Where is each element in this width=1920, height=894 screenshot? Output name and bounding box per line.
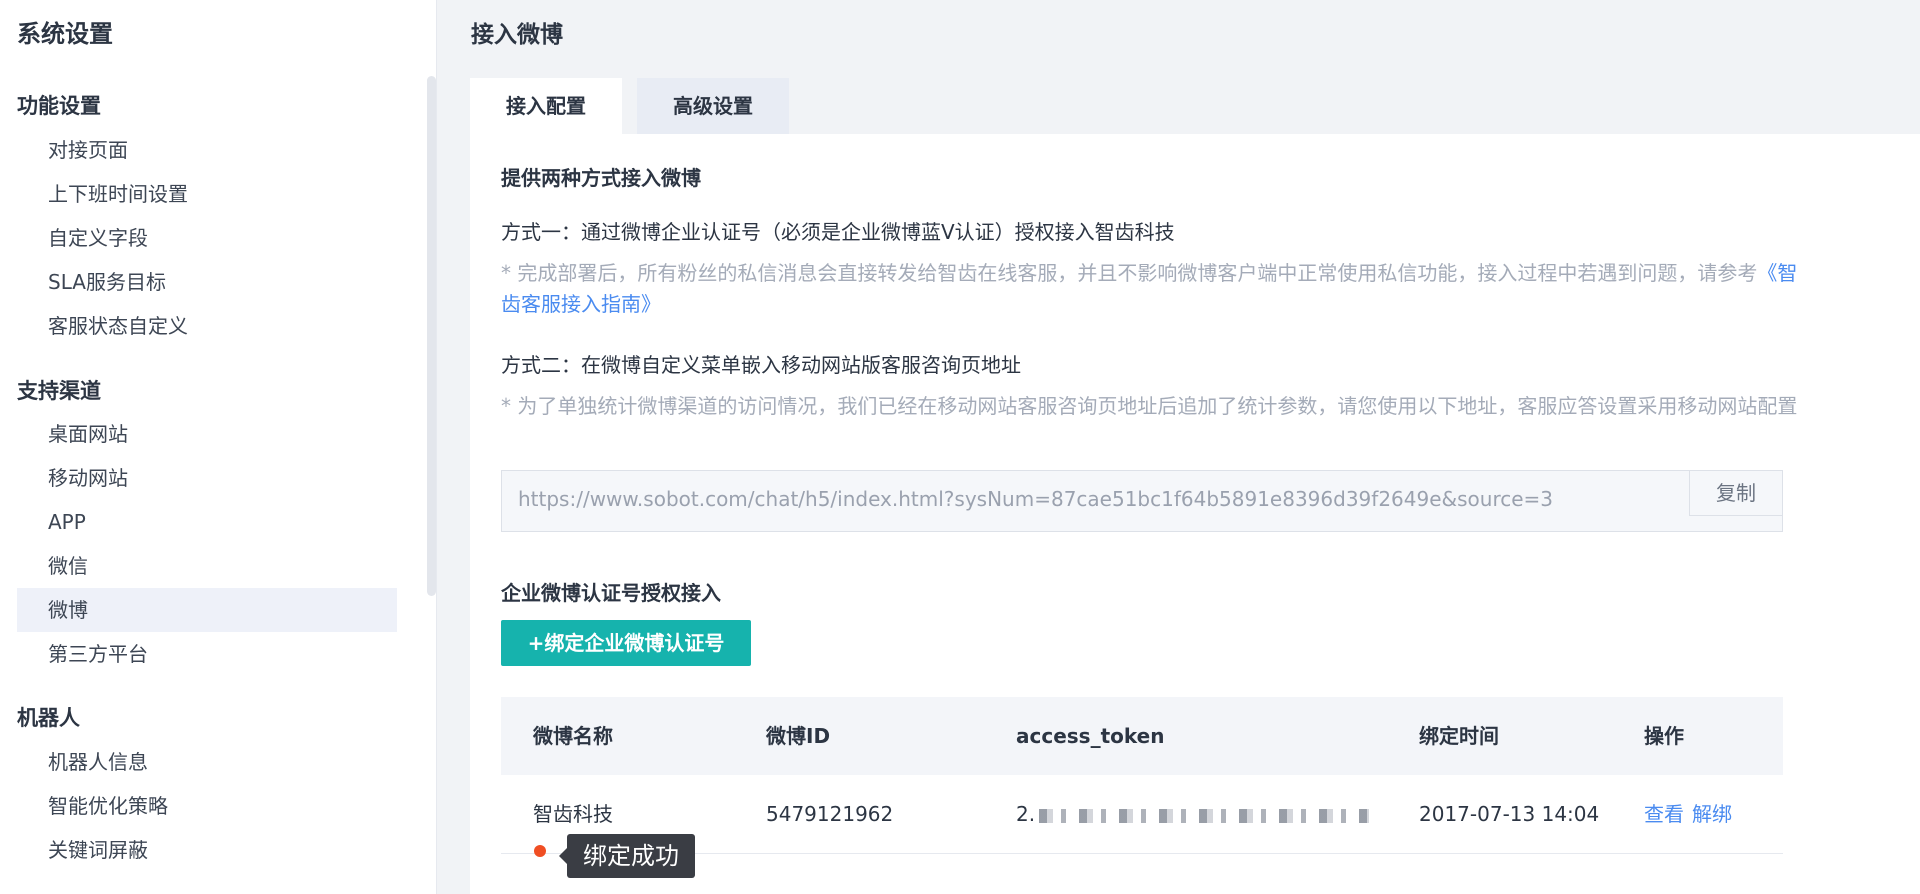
col-weibo-name: 微博名称 (533, 724, 613, 748)
method-one-text: 方式一：通过微博企业认证号（必须是企业微博蓝V认证）授权接入智齿科技 (501, 220, 1175, 244)
sidebar-item-robot-info[interactable]: 机器人信息 (17, 740, 397, 784)
sidebar-item-optimization[interactable]: 智能优化策略 (17, 784, 397, 828)
url-field[interactable]: https://www.sobot.com/chat/h5/index.html… (501, 470, 1783, 532)
status-tooltip: 绑定成功 (559, 834, 695, 878)
group-title-robot: 机器人 (17, 706, 80, 730)
unbind-link[interactable]: 解绑 (1692, 802, 1732, 826)
status-dot-icon[interactable] (534, 845, 546, 857)
auth-section-title: 企业微博认证号授权接入 (501, 581, 721, 605)
tab-access-config[interactable]: 接入配置 (470, 78, 622, 134)
sidebar: 系统设置 功能设置 对接页面 上下班时间设置 自定义字段 SLA服务目标 客服状… (0, 0, 437, 894)
sidebar-item-custom-fields[interactable]: 自定义字段 (17, 216, 397, 260)
sidebar-title: 系统设置 (17, 20, 113, 48)
config-panel: 提供两种方式接入微博 方式一：通过微博企业认证号（必须是企业微博蓝V认证）授权接… (470, 134, 1920, 894)
tab-advanced-settings[interactable]: 高级设置 (637, 78, 789, 134)
page-title: 接入微博 (471, 22, 563, 48)
token-redacted (1039, 808, 1370, 823)
col-actions: 操作 (1644, 724, 1684, 748)
cell-actions: 查看 解绑 (1644, 775, 1740, 853)
sidebar-item-desktop-site[interactable]: 桌面网站 (17, 412, 397, 456)
bind-account-button[interactable]: +绑定企业微博认证号 (501, 620, 751, 666)
sidebar-item-keyword-block[interactable]: 关键词屏蔽 (17, 828, 397, 872)
col-bind-time: 绑定时间 (1419, 724, 1499, 748)
method-one-note-text: * 完成部署后，所有粉丝的私信消息会直接转发给智齿在线客服，并且不影响微博客户端… (501, 261, 1758, 285)
method-two-text: 方式二：在微博自定义菜单嵌入移动网站版客服咨询页地址 (501, 353, 1021, 377)
group-title-channels: 支持渠道 (17, 379, 101, 403)
url-text[interactable]: https://www.sobot.com/chat/h5/index.html… (518, 487, 1553, 511)
tab-bar: 接入配置 高级设置 (470, 78, 789, 134)
sidebar-scrollbar[interactable] (427, 76, 436, 596)
sidebar-item-wechat[interactable]: 微信 (17, 544, 397, 588)
table-header: 微博名称 微博ID access_token 绑定时间 操作 (501, 697, 1783, 775)
section-title: 提供两种方式接入微博 (501, 166, 701, 190)
main-content: 接入微博 接入配置 高级设置 提供两种方式接入微博 方式一：通过微博企业认证号（… (437, 0, 1920, 894)
col-weibo-id: 微博ID (766, 724, 831, 748)
cell-access-token: 2. (1016, 775, 1370, 853)
copy-button[interactable]: 复制 (1689, 471, 1782, 516)
view-link[interactable]: 查看 (1644, 802, 1684, 826)
sidebar-item-mobile-site[interactable]: 移动网站 (17, 456, 397, 500)
col-access-token: access_token (1016, 724, 1165, 748)
method-one-note: * 完成部署后，所有粉丝的私信消息会直接转发给智齿在线客服，并且不影响微博客户端… (501, 258, 1801, 320)
sidebar-item-third-party[interactable]: 第三方平台 (17, 632, 397, 676)
token-prefix: 2. (1016, 802, 1036, 826)
cell-weibo-id: 5479121962 (766, 802, 894, 826)
method-two-note: * 为了单独统计微博渠道的访问情况，我们已经在移动网站客服咨询页地址后追加了统计… (501, 394, 1798, 418)
sidebar-item-agent-status[interactable]: 客服状态自定义 (17, 304, 397, 348)
sidebar-item-app[interactable]: APP (17, 500, 397, 544)
group-title-features: 功能设置 (17, 94, 101, 118)
sidebar-item-work-hours[interactable]: 上下班时间设置 (17, 172, 397, 216)
sidebar-item-weibo[interactable]: 微博 (17, 588, 397, 632)
sidebar-item-docking-page[interactable]: 对接页面 (17, 128, 397, 172)
cell-bind-time: 2017-07-13 14:04 (1419, 802, 1600, 826)
bound-accounts-table: 微博名称 微博ID access_token 绑定时间 操作 智齿科技 5479… (501, 697, 1783, 854)
sidebar-item-sla[interactable]: SLA服务目标 (17, 260, 397, 304)
